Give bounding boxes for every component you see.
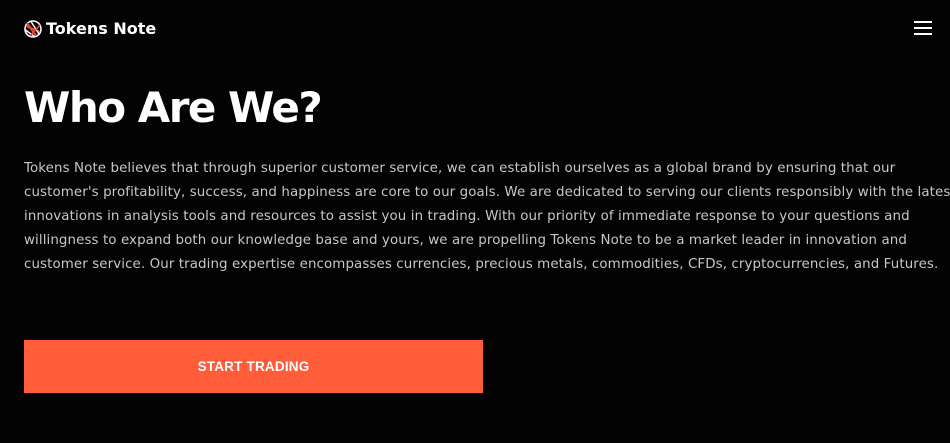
hamburger-menu-button[interactable]: [912, 18, 934, 38]
about-description: Tokens Note believes that through superi…: [24, 161, 950, 272]
globe-grid-icon: [23, 19, 43, 39]
site-header: Tokens Note: [0, 0, 950, 60]
hamburger-menu-icon-bar-middle: [914, 27, 932, 29]
hamburger-menu-icon-bar-bottom: [914, 33, 932, 35]
brand-name: Tokens Note: [46, 19, 157, 38]
brand-logo-link[interactable]: Tokens Note: [23, 19, 156, 39]
start-trading-button[interactable]: START TRADING: [24, 340, 483, 393]
hamburger-menu-icon-bar-top: [914, 21, 932, 23]
page-title: Who Are We?: [24, 83, 323, 132]
